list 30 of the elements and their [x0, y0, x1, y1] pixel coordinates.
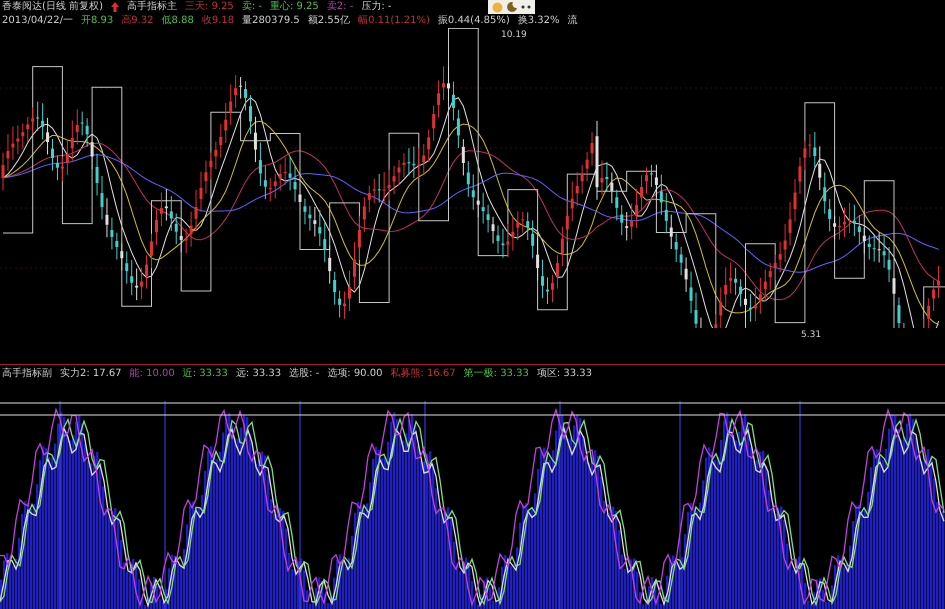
- indicator-value: 额2.55亿: [308, 14, 350, 28]
- indicator-value: 选股: -: [289, 367, 320, 381]
- indicator-value: 能: 10.00: [130, 367, 175, 381]
- indicator-value: 流: [568, 14, 578, 28]
- price-label: 5.31: [800, 330, 822, 340]
- indicator-value: 幅0.11(1.21%): [358, 14, 430, 28]
- indicator-name: 高手指标副: [2, 367, 52, 381]
- indicator-value: 远: 33.33: [236, 367, 282, 381]
- chart-title: 香泰阅达(日线 前复权): [2, 0, 103, 14]
- indicator-value: 重心: 9.25: [270, 0, 319, 14]
- price-label: 10.19: [500, 30, 528, 40]
- indicator-value: 开8.93: [81, 14, 114, 28]
- indicator-value: 量280379.5: [242, 14, 300, 28]
- indicator-value: 实力2: 17.67: [60, 367, 122, 381]
- indicator-value: 振0.44(4.85%): [438, 14, 510, 28]
- indicator-value: 三天: 9.25: [184, 0, 234, 14]
- indicator-value: 2013/04/22/一: [2, 14, 74, 28]
- indicator-value: 选项: 90.00: [327, 367, 382, 381]
- indicator-value: 近: 33.33: [182, 367, 228, 381]
- indicator-value: 低8.88: [162, 14, 194, 28]
- indicator-value: 压力: -: [361, 0, 392, 14]
- indicator-value: 卖2: -: [326, 0, 354, 14]
- indicator-value: 私募熊: 16.67: [390, 367, 456, 381]
- indicator-name: 高手指标主: [126, 0, 177, 14]
- indicator-value: 高9.32: [121, 14, 154, 28]
- indicator-value: 第一极: 33.33: [464, 367, 529, 381]
- indicator-value: 卖: -: [242, 0, 262, 14]
- indicator-value: 收9.18: [202, 14, 234, 28]
- indicator-value: 项区: 33.33: [536, 367, 592, 381]
- indicator-value: 换3.32%: [518, 14, 560, 28]
